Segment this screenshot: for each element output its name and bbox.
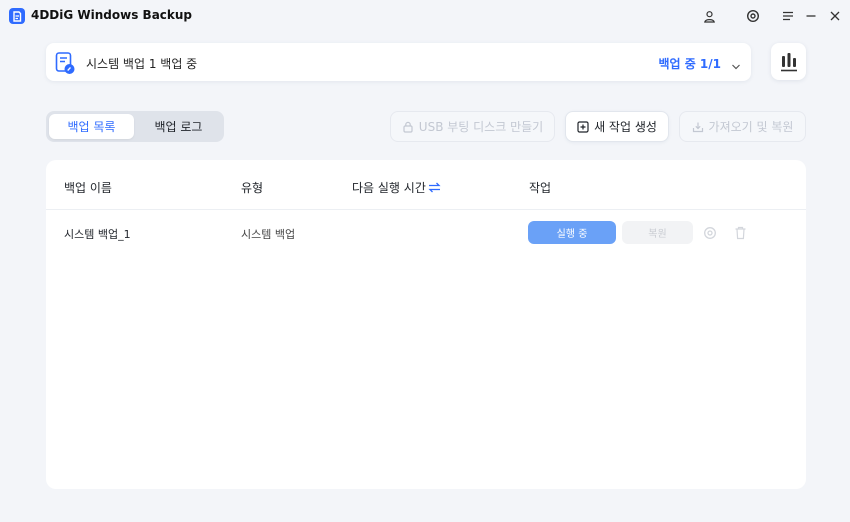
column-header-type: 유형 xyxy=(241,181,264,195)
backup-table: 백업 이름 유형 다음 실행 시간 작업 시스템 백업_1 시스템 백업 실행 … xyxy=(46,160,806,489)
create-usb-boot-disk-button[interactable]: USB 부팅 디스크 만들기 xyxy=(390,111,555,142)
restore-button[interactable]: 복원 xyxy=(622,221,693,244)
user-icon[interactable] xyxy=(699,6,719,26)
running-button[interactable]: 실행 중 xyxy=(528,221,616,244)
gear-icon[interactable] xyxy=(743,6,763,26)
tab-backup-log[interactable]: 백업 로그 xyxy=(136,114,221,139)
title-bar: 4DDiG Windows Backup xyxy=(0,0,850,32)
lock-icon xyxy=(403,121,413,133)
new-task-button[interactable]: 새 작업 생성 xyxy=(565,111,669,142)
view-tabs: 백업 목록 백업 로그 xyxy=(46,111,224,142)
menu-icon[interactable] xyxy=(778,6,798,26)
app-logo-icon xyxy=(9,8,25,24)
app-title: 4DDiG Windows Backup xyxy=(31,8,193,22)
import-restore-label: 가져오기 및 복원 xyxy=(708,120,794,134)
tab-backup-list[interactable]: 백업 목록 xyxy=(49,114,134,139)
backup-name-cell: 시스템 백업_1 xyxy=(64,228,131,241)
bar-chart-icon xyxy=(780,52,797,71)
column-header-next-run-label: 다음 실행 시간 xyxy=(352,181,426,195)
table-row[interactable]: 시스템 백업_1 시스템 백업 실행 중 복원 xyxy=(46,210,806,255)
close-icon[interactable] xyxy=(825,6,845,26)
minimize-icon[interactable] xyxy=(801,6,821,26)
trash-icon[interactable] xyxy=(732,225,748,241)
sort-icon[interactable] xyxy=(428,182,441,193)
gear-icon[interactable] xyxy=(702,225,718,241)
usb-boot-disk-label: USB 부팅 디스크 만들기 xyxy=(418,120,544,134)
new-task-label: 새 작업 생성 xyxy=(594,120,657,134)
backup-type-cell: 시스템 백업 xyxy=(241,228,296,241)
import-restore-button[interactable]: 가져오기 및 복원 xyxy=(679,111,806,142)
plus-square-icon xyxy=(577,120,589,133)
backup-task-icon xyxy=(54,51,76,75)
column-header-name: 백업 이름 xyxy=(64,181,112,195)
chevron-down-icon[interactable] xyxy=(731,57,741,70)
backup-status-text: 시스템 백업 1 백업 중 xyxy=(86,57,198,71)
backup-progress-text: 백업 중 1/1 xyxy=(658,57,721,71)
backup-status-bar[interactable]: 시스템 백업 1 백업 중 백업 중 1/1 xyxy=(46,43,751,81)
column-header-next-run[interactable]: 다음 실행 시간 xyxy=(352,179,441,196)
import-icon xyxy=(692,122,703,132)
statistics-button[interactable] xyxy=(771,43,806,80)
column-header-actions: 작업 xyxy=(529,181,552,195)
